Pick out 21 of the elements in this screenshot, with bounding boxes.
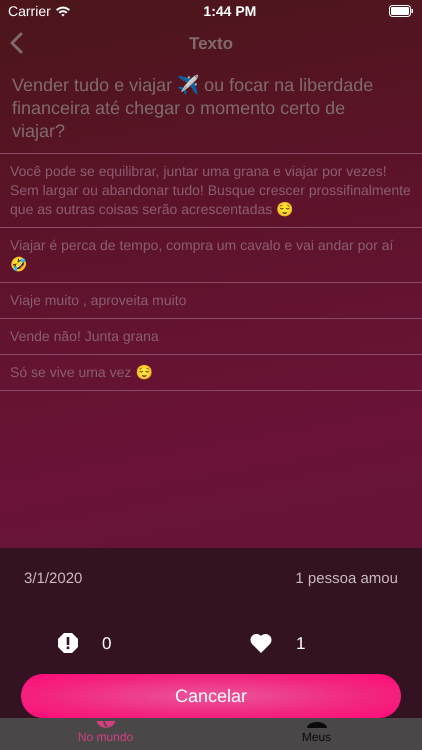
cancel-button[interactable]: Cancelar [21, 674, 401, 718]
answer-item[interactable]: Só se vive uma vez 😌 [0, 354, 422, 391]
wifi-icon [54, 5, 71, 17]
clock-time: 1:44 PM [203, 2, 256, 20]
carrier-label: Carrier [8, 2, 51, 20]
answer-item[interactable]: Viajar é perca de tempo, compra um cavalo e vai andar por aí 🤣 [0, 227, 422, 282]
tab-item[interactable]: Meus [211, 718, 422, 750]
report-icon[interactable] [58, 633, 78, 654]
back-icon[interactable] [10, 32, 23, 54]
heart-icon[interactable] [250, 633, 272, 654]
report-count: 0 [102, 632, 112, 654]
post-date: 3/1/2020 [24, 569, 82, 589]
battery-icon [388, 5, 414, 17]
tab-item[interactable]: No mundo [0, 718, 211, 750]
answer-item[interactable]: Você pode se equilibrar, juntar uma grana e viajar por vezes! Sem largar ou abandonar tudo! Busque crescer prossifinalmente que as outras coisas serão acrescentadas 😌 [0, 153, 422, 227]
answer-item[interactable]: Vende não! Junta grana [0, 318, 422, 354]
answer-item[interactable]: Viaje muito , aproveita muito [0, 282, 422, 318]
screen-title: Texto [188, 33, 234, 56]
like-count: 1 [296, 632, 306, 654]
loved-count-text: 1 pessoa amou [295, 569, 398, 589]
question-text: Vender tudo e viajar ✈ ou focar na liberdade financeira até chegar o momento certo de viajar? [11, 74, 374, 143]
